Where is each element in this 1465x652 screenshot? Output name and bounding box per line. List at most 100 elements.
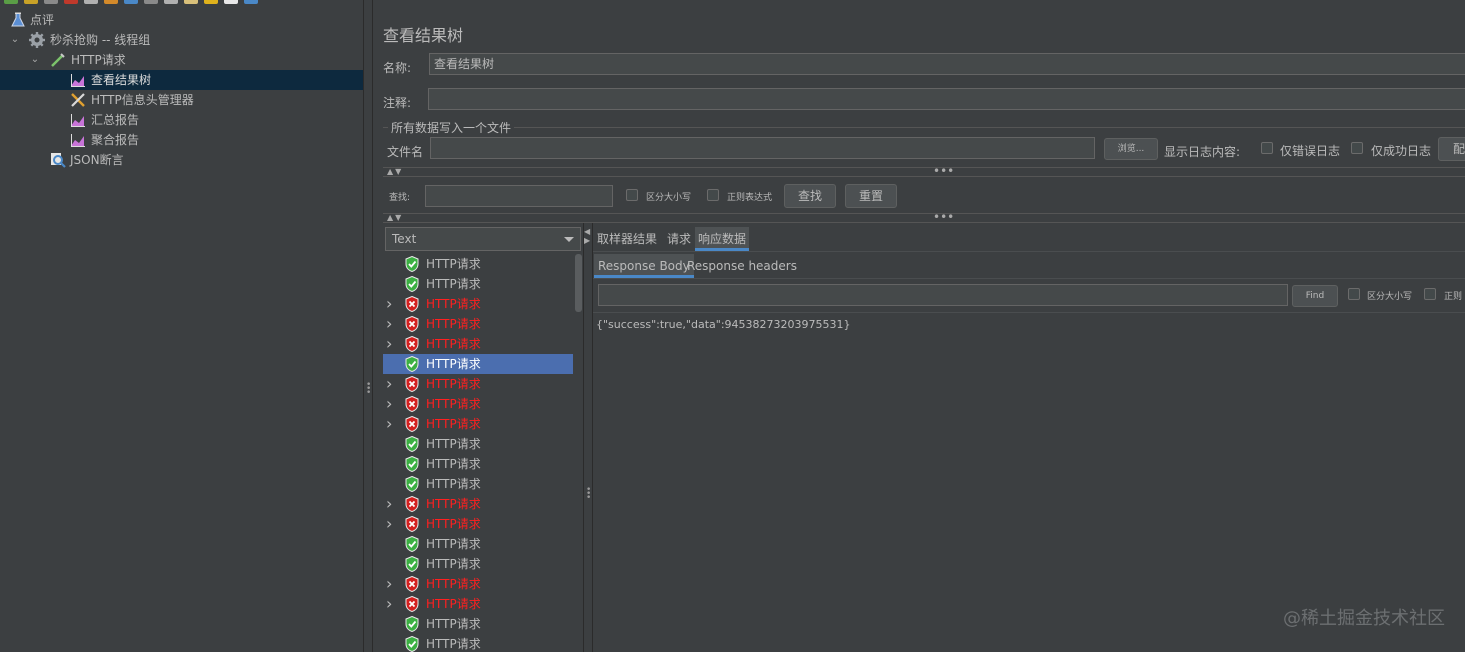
separator [383, 176, 1465, 177]
response-find-button[interactable]: Find [1292, 285, 1338, 307]
result-item[interactable]: HTTP请求 [383, 634, 573, 652]
flask-icon [10, 12, 26, 28]
collapse-arrows-icon[interactable]: ◀ ▶ [584, 227, 590, 245]
filename-field[interactable] [430, 137, 1095, 159]
reset-button[interactable]: 重置 [845, 184, 897, 208]
response-case-checkbox[interactable] [1348, 288, 1360, 300]
split-grip[interactable]: ••• [586, 486, 591, 503]
tree-item-view-results-tree[interactable]: 查看结果树 [0, 70, 363, 90]
chevron-right-icon[interactable]: › [386, 314, 392, 334]
result-item[interactable]: › HTTP请求 [383, 374, 573, 394]
result-item[interactable]: HTTP请求 [383, 474, 573, 494]
response-search-input[interactable] [598, 284, 1288, 306]
collapse-arrows-icon[interactable]: ▲▼ [387, 213, 403, 222]
tree-item-http-request[interactable]: ⌄ HTTP请求 [0, 50, 363, 70]
result-item[interactable]: HTTP请求 [383, 254, 573, 274]
result-item[interactable]: › HTTP请求 [383, 514, 573, 534]
renderer-select[interactable]: Text [385, 227, 581, 251]
search-input[interactable] [425, 185, 613, 207]
tree-item-header-manager[interactable]: HTTP信息头管理器 [0, 90, 363, 110]
view-results-tree-panel: 查看结果树 名称: 查看结果树 注释: 所有数据写入一个文件 文件名 浏览...… [373, 10, 1465, 652]
split-divider[interactable] [363, 0, 364, 652]
tab-request[interactable]: 请求 [667, 227, 691, 251]
name-field[interactable]: 查看结果树 [429, 53, 1465, 75]
tab-sampler-result[interactable]: 取样器结果 [597, 227, 657, 251]
toolbar-icon[interactable] [144, 0, 158, 4]
result-item[interactable]: › HTTP请求 [383, 314, 573, 334]
collapse-arrows-icon[interactable]: ▲▼ [387, 167, 403, 176]
tree-item-thread-group[interactable]: ⌄ 秒杀抢购 -- 线程组 [0, 30, 363, 50]
toolbar-icon[interactable] [164, 0, 178, 4]
toolbar-icon[interactable] [244, 0, 258, 4]
response-regex-checkbox[interactable] [1424, 288, 1436, 300]
toolbar-icon[interactable] [204, 0, 218, 4]
result-item[interactable]: › HTTP请求 [383, 594, 573, 614]
result-item[interactable]: › HTTP请求 [383, 574, 573, 594]
chevron-right-icon[interactable]: › [386, 374, 392, 394]
tab-response-body[interactable]: Response Body [594, 254, 694, 278]
toolbar-icon[interactable] [4, 0, 18, 4]
configure-button[interactable]: 配 [1438, 137, 1465, 161]
toolbar-icon[interactable] [184, 0, 198, 4]
result-item[interactable]: › HTTP请求 [383, 494, 573, 514]
comment-label: 注释: [383, 96, 412, 110]
chevron-down-icon[interactable]: ⌄ [10, 30, 20, 50]
tab-response-data[interactable]: 响应数据 [695, 227, 750, 251]
name-label: 名称: [383, 61, 412, 75]
result-item[interactable]: HTTP请求 [383, 614, 573, 634]
detail-tabs: 取样器结果 请求 响应数据 [597, 227, 1465, 251]
regex-checkbox[interactable] [707, 189, 719, 201]
results-scrollbar[interactable] [575, 254, 582, 312]
result-item[interactable]: HTTP请求 [383, 434, 573, 454]
tree-item-summary-report[interactable]: 汇总报告 [0, 110, 363, 130]
result-item[interactable]: HTTP请求 [383, 274, 573, 294]
success-shield-icon [405, 355, 419, 373]
tab-response-headers[interactable]: Response headers [687, 254, 797, 278]
toolbar-icon[interactable] [124, 0, 138, 4]
result-item[interactable]: HTTP请求 [383, 554, 573, 574]
tree-item-aggregate-report[interactable]: 聚合报告 [0, 130, 363, 150]
response-body-text[interactable]: {"success":true,"data":94538273203975531… [596, 318, 851, 331]
comment-field[interactable] [428, 88, 1465, 110]
chevron-right-icon[interactable]: › [386, 414, 392, 434]
find-button[interactable]: 查找 [784, 184, 836, 208]
toolbar-icon[interactable] [44, 0, 58, 4]
chevron-right-icon[interactable]: › [386, 494, 392, 514]
split-grip[interactable]: ••• [366, 381, 371, 398]
tree-item-dianping[interactable]: 点评 [0, 10, 363, 30]
chevron-down-icon[interactable]: ⌄ [30, 50, 40, 70]
tree-item-label: HTTP信息头管理器 [91, 93, 194, 107]
chevron-right-icon[interactable]: › [386, 294, 392, 314]
chart-icon [70, 72, 86, 88]
toolbar-icon[interactable] [104, 0, 118, 4]
toolbar-icon[interactable] [84, 0, 98, 4]
result-item[interactable]: › HTTP请求 [383, 394, 573, 414]
result-item[interactable]: HTTP请求 [383, 534, 573, 554]
result-item[interactable]: › HTTP请求 [383, 414, 573, 434]
chevron-down-icon [564, 237, 574, 242]
result-item[interactable]: › HTTP请求 [383, 294, 573, 314]
chevron-right-icon[interactable]: › [386, 394, 392, 414]
success-shield-icon [405, 455, 419, 473]
chevron-right-icon[interactable]: › [386, 334, 392, 354]
result-item[interactable]: HTTP请求 [383, 454, 573, 474]
toolbar [0, 0, 624, 5]
browse-button[interactable]: 浏览... [1104, 138, 1158, 160]
errors-only-checkbox[interactable] [1261, 142, 1273, 154]
result-item-label: HTTP请求 [426, 317, 481, 331]
result-item[interactable]: › HTTP请求 [383, 334, 573, 354]
success-only-checkbox[interactable] [1351, 142, 1363, 154]
tree-item-label: 汇总报告 [91, 113, 140, 127]
error-shield-icon [405, 595, 419, 613]
tree-item-label: HTTP请求 [71, 53, 126, 67]
chevron-right-icon[interactable]: › [386, 594, 392, 614]
chevron-right-icon[interactable]: › [386, 514, 392, 534]
toolbar-icon[interactable] [64, 0, 78, 4]
result-item[interactable]: HTTP请求 [383, 354, 573, 374]
toolbar-icon[interactable] [224, 0, 238, 4]
toolbar-icon[interactable] [24, 0, 38, 4]
tree-item-json-assertion[interactable]: JSON断言 [0, 150, 363, 170]
case-sensitive-checkbox[interactable] [626, 189, 638, 201]
chevron-right-icon[interactable]: › [386, 574, 392, 594]
split-divider [592, 223, 593, 652]
